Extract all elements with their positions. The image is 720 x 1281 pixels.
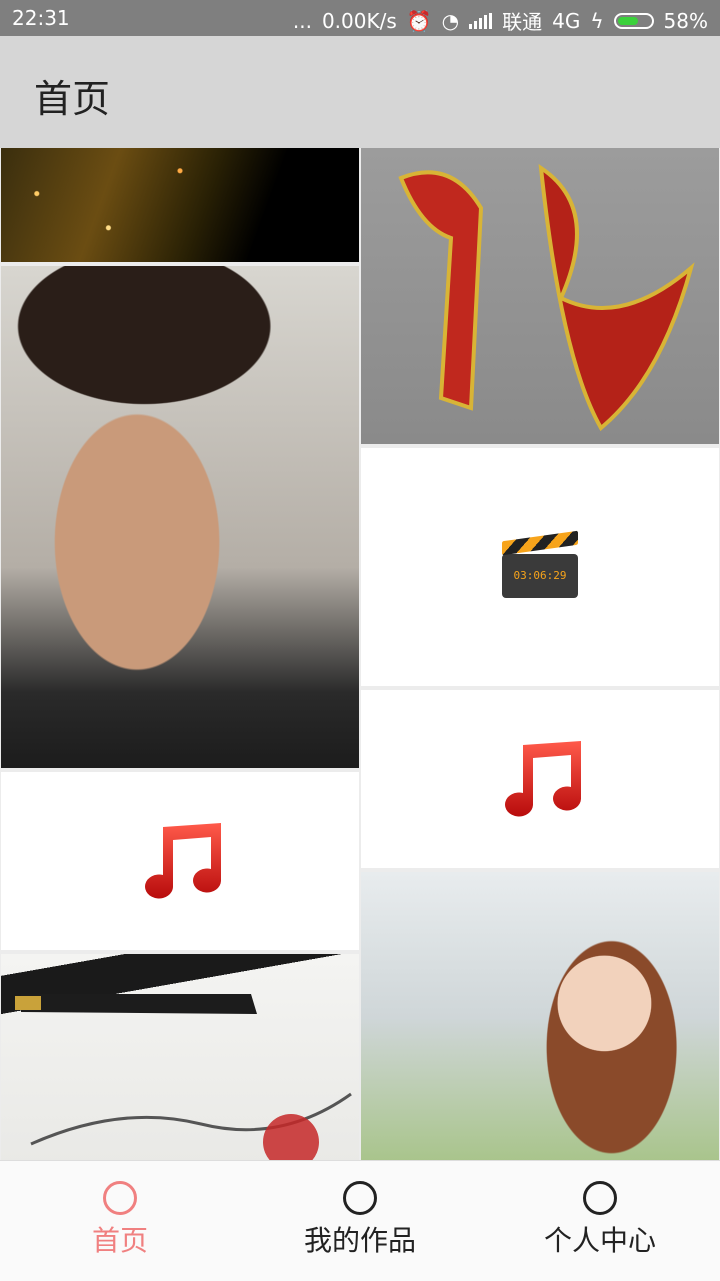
- grid-item-audio[interactable]: [1, 772, 359, 950]
- nav-item-home[interactable]: 首页: [0, 1161, 240, 1281]
- clapperboard-icon: 03:06:29: [502, 530, 578, 598]
- battery-icon: [613, 12, 654, 29]
- nav-item-my-works[interactable]: 我的作品: [240, 1161, 480, 1281]
- dragon-calligraphy-image: [398, 163, 695, 432]
- status-indicators: ... 0.00K/s ⏰ ◔ 联通 4G ϟ 58%: [293, 6, 708, 35]
- battery-percent: 58%: [663, 8, 708, 33]
- grid-item-audio[interactable]: [361, 690, 719, 868]
- nav-item-profile[interactable]: 个人中心: [480, 1161, 720, 1281]
- more-dots-icon: ...: [292, 8, 312, 33]
- bottom-nav: 首页 我的作品 个人中心: [0, 1160, 720, 1281]
- profile-tab-icon: [583, 1181, 617, 1215]
- video-duration: 03:06:29: [502, 554, 578, 598]
- music-note-icon: [505, 741, 581, 817]
- signature-strokes: [15, 994, 352, 1160]
- grid-item-video[interactable]: 03:06:29: [361, 448, 719, 686]
- wifi-icon: ◔: [441, 8, 460, 33]
- page-title: 首页: [34, 77, 111, 121]
- nav-label-my-works: 我的作品: [303, 1224, 416, 1257]
- nav-label-home: 首页: [91, 1224, 148, 1257]
- charging-icon: ϟ: [590, 8, 604, 33]
- carrier-name: 联通: [502, 10, 543, 34]
- battery-fill: [617, 16, 639, 25]
- status-bar: 22:31 ... 0.00K/s ⏰ ◔ 联通 4G ϟ 58%: [0, 0, 720, 36]
- status-time: 22:31: [12, 6, 70, 30]
- grid-item-woman-portrait[interactable]: [361, 872, 719, 1160]
- nav-label-profile: 个人中心: [543, 1224, 656, 1257]
- network-speed: 0.00K/s: [321, 8, 397, 33]
- grid-item-city-photo[interactable]: [1, 148, 359, 262]
- works-grid[interactable]: 03:06:29: [0, 148, 720, 1160]
- music-note-icon: [145, 823, 221, 899]
- app-bar: 首页: [0, 36, 720, 148]
- home-tab-icon: [103, 1181, 137, 1215]
- alarm-icon: ⏰: [406, 8, 432, 33]
- signal-icon: [469, 12, 493, 29]
- network-type: 4G: [552, 8, 581, 33]
- my-works-tab-icon: [343, 1181, 377, 1215]
- grid-item-signature-photo[interactable]: [1, 954, 359, 1160]
- grid-item-dragon-image[interactable]: [361, 148, 719, 444]
- grid-item-man-portrait[interactable]: [1, 266, 359, 768]
